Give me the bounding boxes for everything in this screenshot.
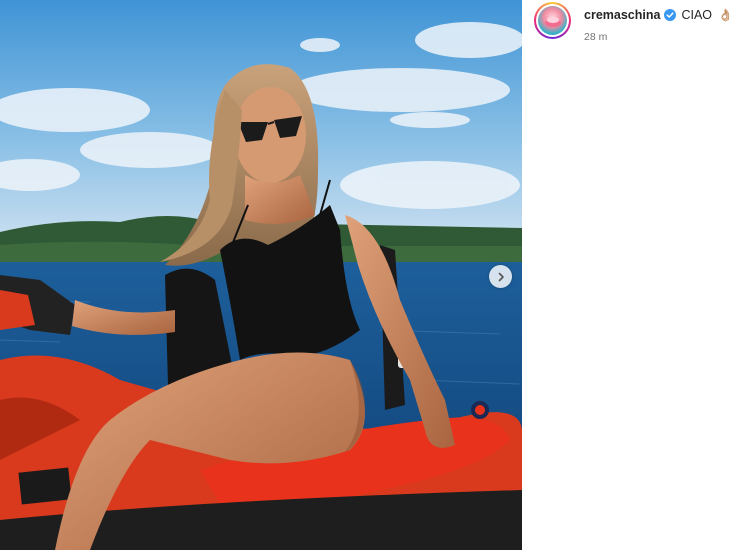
post-image[interactable] — [0, 0, 522, 550]
avatar-image — [538, 6, 567, 35]
avatar-ring — [536, 4, 569, 37]
caption-line: cremaschina CIAO 👌🏼 — [584, 8, 733, 22]
photo-jetski-woman — [0, 0, 522, 550]
instagram-post: cremaschina CIAO 👌🏼 28 m — [0, 0, 740, 550]
avatar[interactable] — [534, 2, 571, 39]
username-link[interactable]: cremaschina — [584, 8, 660, 22]
cake-icon — [544, 16, 561, 27]
post-sidebar: cremaschina CIAO 👌🏼 28 m — [522, 0, 740, 550]
chevron-right-icon — [498, 272, 504, 281]
caption-text: CIAO — [681, 8, 712, 22]
verified-badge-icon — [664, 9, 677, 21]
post-timestamp[interactable]: 28 m — [584, 31, 607, 43]
caption-emoji: 👌🏼 — [718, 8, 733, 22]
next-image-button[interactable] — [489, 265, 512, 288]
